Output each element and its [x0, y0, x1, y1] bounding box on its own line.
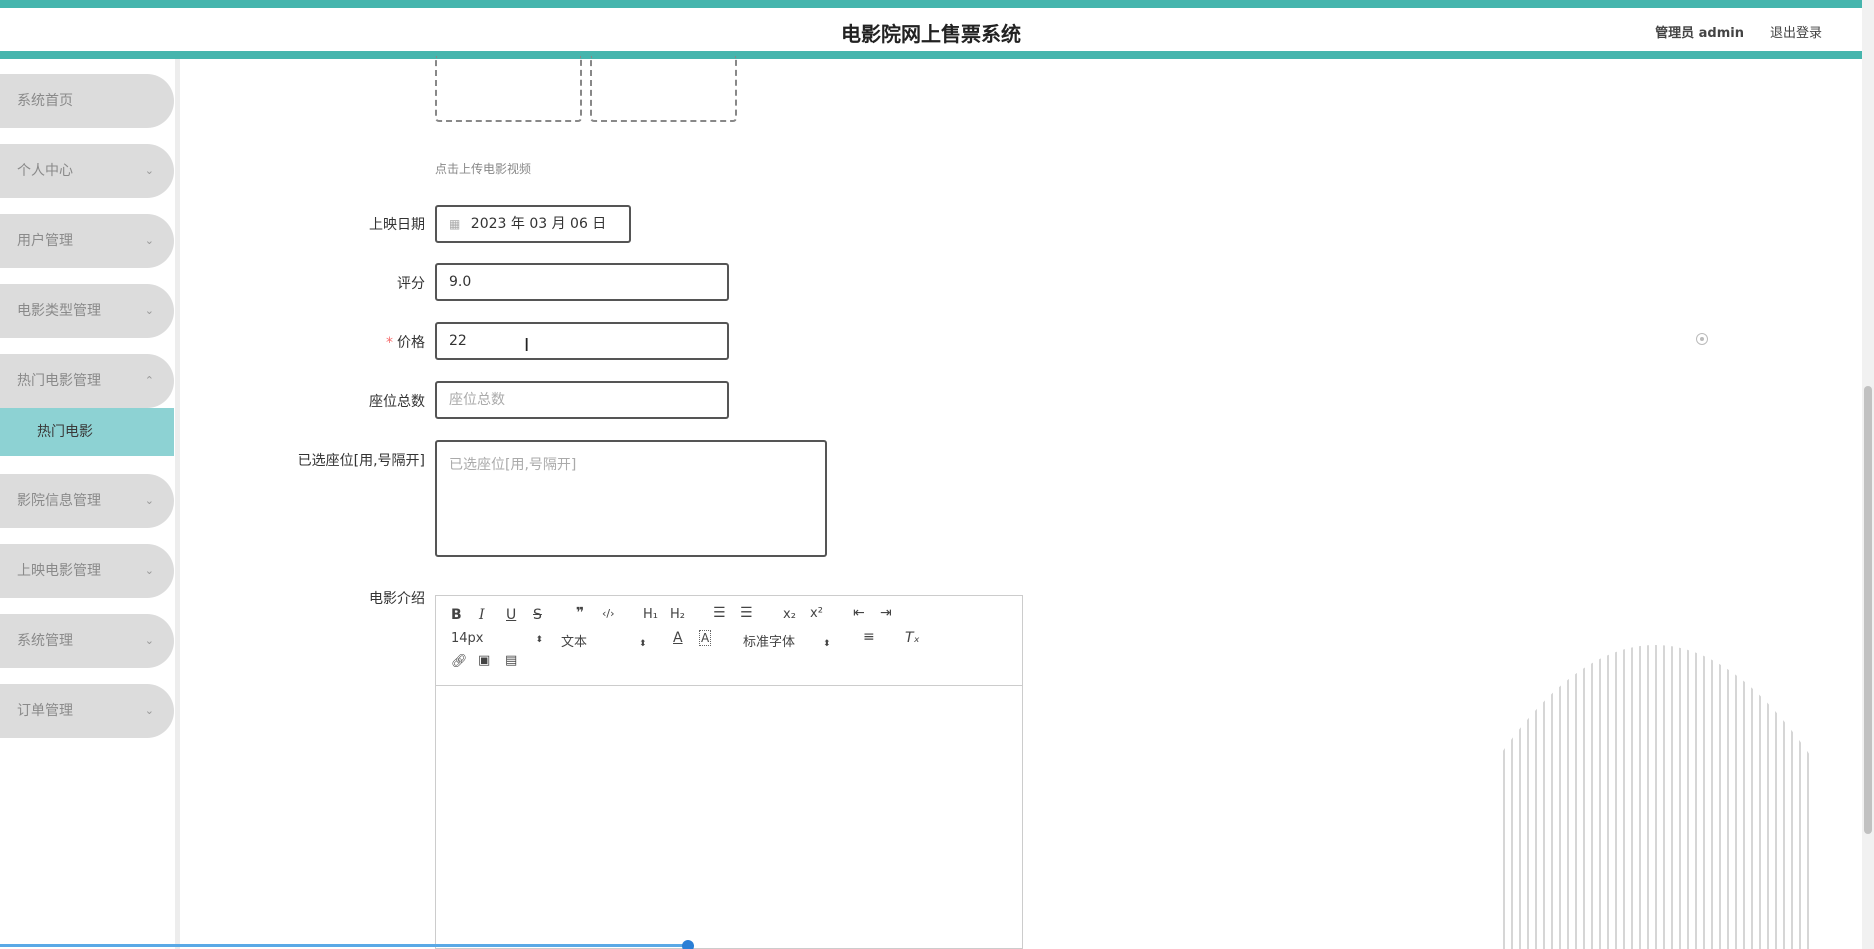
strike-icon[interactable]: S: [533, 607, 542, 623]
text-color-icon[interactable]: A: [673, 630, 683, 646]
chevron-down-icon: ⌄: [144, 564, 154, 577]
bottom-progress-line: [0, 944, 690, 947]
font-family-select[interactable]: 标准字体 ⬍: [743, 631, 831, 650]
sidebar-item-hot-movies[interactable]: 热门电影管理 ⌃: [0, 354, 174, 408]
upload-preview[interactable]: [435, 56, 582, 122]
sidebar-item-label: 上映电影管理: [17, 563, 101, 579]
price-label-text: 价格: [397, 335, 425, 351]
text-cursor-icon: I: [524, 335, 530, 356]
sidebar-item-cinema-info[interactable]: 影院信息管理 ⌄: [0, 474, 174, 528]
sidebar: 系统首页 个人中心 ⌄ 用户管理 ⌄ 电影类型管理 ⌄ 热门电影管理 ⌃ 热门电…: [0, 59, 180, 949]
chevron-down-icon: ⌄: [144, 494, 154, 507]
chevron-up-icon: ⌃: [144, 374, 154, 387]
sidebar-item-label: 订单管理: [17, 703, 73, 719]
chevron-down-icon: ⌄: [144, 704, 154, 717]
heading-value: 文本: [561, 635, 588, 650]
chevron-down-icon: ⌄: [144, 304, 154, 317]
logout-link[interactable]: 退出登录: [1770, 22, 1822, 41]
rich-text-editor: B I U S ❞ ‹/› H₁ H₂ ☰ ☰ x₂ x² ⇤ ⇥ 14px ⬍ …: [435, 595, 1023, 949]
total-seats-input[interactable]: 座位总数: [435, 381, 729, 419]
bottom-progress-handle[interactable]: [682, 940, 694, 949]
sidebar-item-users[interactable]: 用户管理 ⌄: [0, 214, 174, 268]
sidebar-item-label: 热门电影管理: [17, 373, 101, 389]
sidebar-subitem-hot-movie[interactable]: 热门电影: [0, 408, 174, 456]
background-color-icon[interactable]: A: [699, 630, 712, 646]
editor-toolbar: B I U S ❞ ‹/› H₁ H₂ ☰ ☰ x₂ x² ⇤ ⇥ 14px ⬍ …: [436, 596, 1022, 686]
sidebar-item-label: 影院信息管理: [17, 493, 101, 509]
bold-icon[interactable]: B: [451, 607, 462, 623]
required-mark: *: [386, 335, 393, 351]
upload-button[interactable]: [590, 56, 737, 122]
superscript-icon[interactable]: x²: [810, 606, 823, 621]
current-user: 管理员 admin: [1655, 26, 1744, 41]
upload-hint: 点击上传电影视频: [435, 162, 532, 176]
image-icon[interactable]: ▣: [478, 653, 490, 668]
clear-format-icon[interactable]: Tₓ: [905, 630, 920, 646]
sidebar-item-home[interactable]: 系统首页: [0, 74, 174, 128]
h2-icon[interactable]: H₂: [670, 607, 685, 622]
sidebar-item-label: 系统管理: [17, 633, 73, 649]
underline-icon[interactable]: U: [506, 607, 516, 623]
chevron-down-icon: ⌄: [144, 234, 154, 247]
rating-label: 评分: [397, 276, 425, 292]
circle-icon: [1696, 333, 1708, 345]
blockquote-icon[interactable]: ❞: [576, 605, 584, 621]
bullet-list-icon[interactable]: ☰: [740, 605, 753, 621]
top-header: 电影院网上售票系统 管理员 admin 退出登录: [0, 0, 1862, 59]
sidebar-item-personal[interactable]: 个人中心 ⌄: [0, 144, 174, 198]
selected-seats-label: 已选座位[用,号隔开]: [297, 453, 425, 469]
link-icon[interactable]: 🔗︎: [451, 654, 468, 669]
price-input[interactable]: 22: [435, 322, 729, 360]
h1-icon[interactable]: H₁: [643, 607, 658, 622]
sidebar-item-label: 个人中心: [17, 163, 73, 179]
sidebar-item-system[interactable]: 系统管理 ⌄: [0, 614, 174, 668]
decorative-stripes: [1503, 645, 1809, 949]
page-scrollbar[interactable]: [1862, 0, 1874, 949]
calendar-icon: ▦: [449, 217, 461, 231]
editor-content-area[interactable]: [436, 686, 1022, 949]
total-seats-label: 座位总数: [369, 394, 425, 410]
page-title: 电影院网上售票系统: [841, 22, 1021, 46]
sidebar-item-showing-movies[interactable]: 上映电影管理 ⌄: [0, 544, 174, 598]
outdent-icon[interactable]: ⇤: [853, 605, 865, 621]
sidebar-item-label: 系统首页: [17, 93, 73, 109]
chevron-down-icon: ⌄: [144, 164, 154, 177]
sidebar-item-orders[interactable]: 订单管理 ⌄: [0, 684, 174, 738]
subscript-icon[interactable]: x₂: [783, 607, 796, 622]
video-icon[interactable]: ▤: [505, 653, 517, 668]
sidebar-item-label: 电影类型管理: [17, 303, 101, 319]
ordered-list-icon[interactable]: ☰: [713, 605, 726, 621]
sidebar-item-movie-types[interactable]: 电影类型管理 ⌄: [0, 284, 174, 338]
scrollbar-thumb[interactable]: [1864, 386, 1872, 834]
selected-seats-textarea[interactable]: 已选座位[用,号隔开]: [435, 440, 827, 557]
price-label: * 价格: [205, 332, 425, 352]
indent-icon[interactable]: ⇥: [880, 605, 892, 621]
release-date-value: 2023 年 03 月 06 日: [470, 216, 607, 232]
align-icon[interactable]: ≡: [863, 629, 875, 645]
code-icon[interactable]: ‹/›: [602, 607, 615, 620]
font-size-value: 14px: [451, 631, 484, 646]
font-size-select[interactable]: 14px ⬍: [451, 631, 543, 646]
heading-select[interactable]: 文本 ⬍: [561, 631, 647, 650]
rating-input[interactable]: 9.0: [435, 263, 729, 301]
intro-label: 电影介绍: [369, 591, 425, 607]
sidebar-item-label: 用户管理: [17, 233, 73, 249]
italic-icon[interactable]: I: [479, 607, 485, 623]
release-date-input[interactable]: ▦ 2023 年 03 月 06 日: [435, 205, 631, 243]
release-date-label: 上映日期: [369, 217, 425, 233]
font-family-value: 标准字体: [743, 635, 796, 650]
chevron-down-icon: ⌄: [144, 634, 154, 647]
